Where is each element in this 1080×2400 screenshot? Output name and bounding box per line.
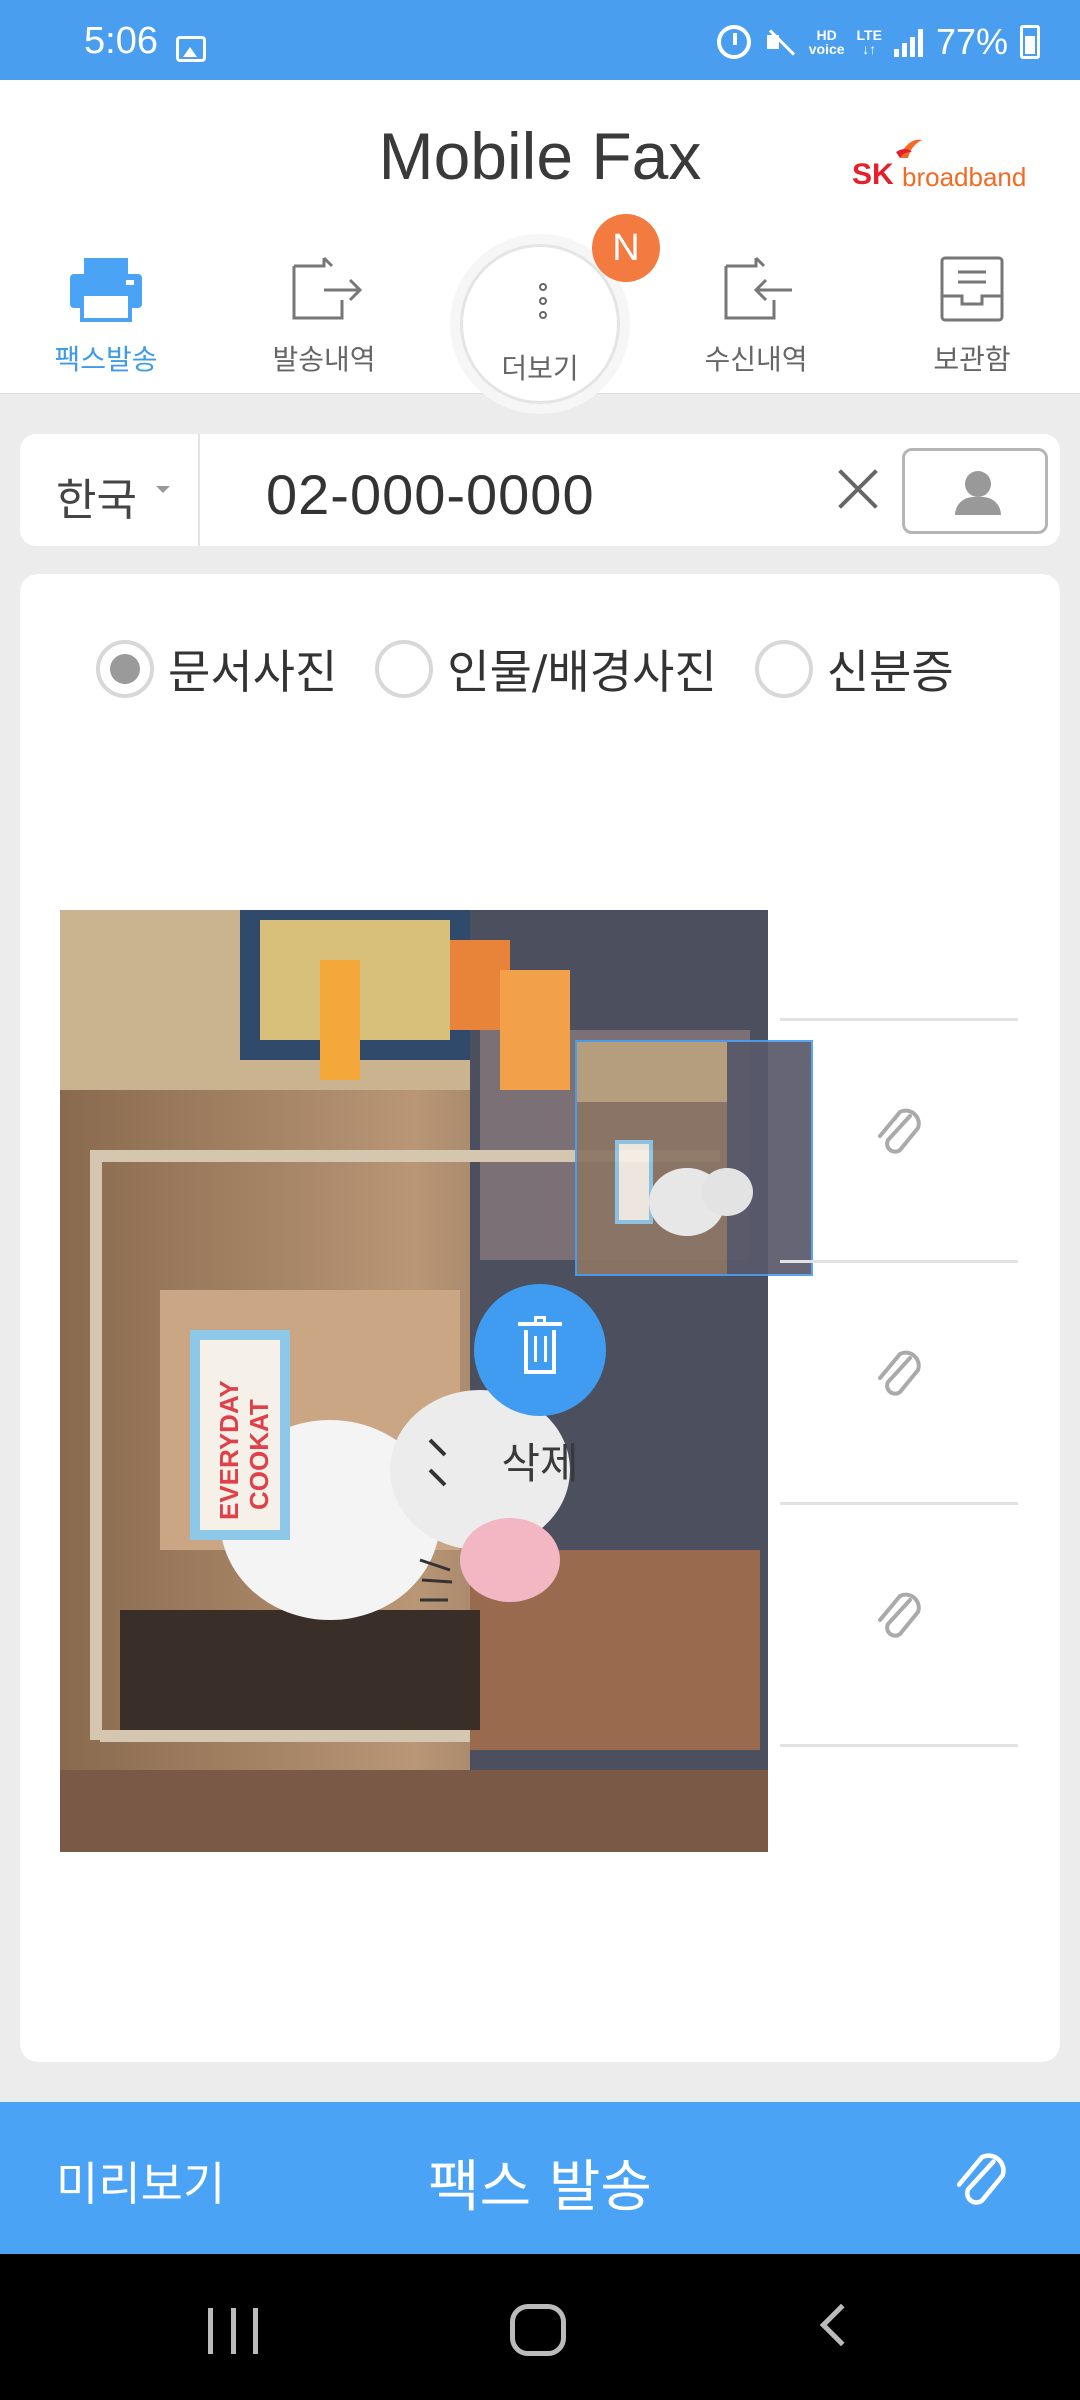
tab-label: 보관함 <box>933 343 1011 376</box>
status-icons: HD voice LTE ↓↑ 77% <box>716 20 1040 64</box>
send-fax-button[interactable]: 팩스 발송 <box>340 2142 740 2223</box>
sk-text: SK <box>852 158 894 191</box>
sk-broadband-logo: SK broadband <box>852 132 1032 192</box>
clear-icon[interactable] <box>832 464 882 514</box>
recents-button[interactable] <box>208 2308 258 2354</box>
paperclip-icon <box>878 1108 921 1154</box>
tab-send-history[interactable]: 발송내역 <box>234 210 414 394</box>
status-bar: 5:06 HD voice LTE ↓↑ 77% <box>0 0 1080 80</box>
radio-unchecked-icon <box>754 640 813 698</box>
send-history-icon <box>292 256 363 320</box>
paperclip-icon <box>878 1350 921 1396</box>
back-button[interactable] <box>819 2303 863 2347</box>
status-time: 5:06 <box>84 20 158 62</box>
paperclip-icon <box>956 2153 1006 2205</box>
attach-slot-3[interactable] <box>872 1346 928 1402</box>
lte-icon: LTE ↓↑ <box>856 27 882 57</box>
lte-text: LTE <box>856 27 882 43</box>
tab-label: 수신내역 <box>704 343 808 376</box>
gallery-notification-icon <box>176 36 206 62</box>
app-header: Mobile Fax SK broadband <box>0 80 1080 210</box>
tab-archive[interactable]: 보관함 <box>882 210 1062 394</box>
paperclip-icon <box>878 1592 921 1638</box>
attach-button[interactable] <box>950 2148 1014 2212</box>
broadband-text: broadband <box>902 162 1027 192</box>
fax-number-input[interactable]: 02-000-0000 <box>266 462 595 527</box>
home-button[interactable] <box>510 2304 566 2356</box>
alarm-icon <box>716 25 751 59</box>
radio-label: 인물/배경사진 <box>447 645 717 699</box>
delete-label: 삭제 <box>501 1439 579 1488</box>
signal-icon <box>893 27 924 57</box>
tab-fax-send[interactable]: 팩스발송 <box>16 210 196 394</box>
slot-divider <box>780 1744 1018 1747</box>
tab-label: 더보기 <box>501 352 579 385</box>
more-icon <box>539 283 547 323</box>
radio-unchecked-icon <box>375 640 434 698</box>
sign-line-1: EVERYDAY <box>214 1380 244 1520</box>
tab-label: 발송내역 <box>272 343 376 376</box>
radio-id-card[interactable]: 신분증 <box>754 636 954 702</box>
tab-more[interactable]: 더보기 <box>460 244 620 404</box>
voice-text: voice <box>808 41 845 57</box>
archive-icon <box>940 256 1004 322</box>
new-badge: N <box>592 214 660 282</box>
bottom-action-bar: 미리보기 팩스 발송 <box>0 2102 1080 2254</box>
thumbnail-image <box>577 1042 811 1274</box>
attach-slot-2[interactable] <box>872 1104 928 1160</box>
mute-icon <box>763 25 797 59</box>
contacts-button[interactable] <box>902 448 1048 534</box>
attachment-panel: 문서사진 인물/배경사진 신분증 EVERYDAY COOKAT 삭제 <box>20 574 1060 2062</box>
caret-down-icon <box>156 486 170 493</box>
delete-button[interactable] <box>474 1284 606 1416</box>
tab-receive-history[interactable]: 수신내역 <box>666 210 846 394</box>
slot-divider <box>780 1502 1018 1505</box>
radio-label: 문서사진 <box>168 645 338 699</box>
preview-button[interactable]: 미리보기 <box>56 2148 225 2214</box>
drag-thumbnail <box>575 1040 813 1276</box>
radio-label: 신분증 <box>826 645 954 699</box>
tab-label: 팩스발송 <box>54 343 158 376</box>
battery-icon <box>1020 25 1040 59</box>
slot-divider <box>780 1260 1018 1263</box>
photo-type-radio-group: 문서사진 인물/배경사진 신분증 <box>96 636 992 702</box>
attach-slot-4[interactable] <box>872 1588 928 1644</box>
country-select[interactable]: 한국 <box>20 434 200 546</box>
printer-icon <box>70 258 142 322</box>
sign-line-2: COOKAT <box>244 1399 274 1510</box>
system-nav-bar <box>0 2254 1080 2400</box>
radio-portrait-photo[interactable]: 인물/배경사진 <box>375 636 717 702</box>
receive-history-icon <box>724 256 792 320</box>
fax-number-row: 한국 02-000-0000 <box>20 434 1060 546</box>
slot-divider <box>780 1018 1018 1021</box>
person-icon <box>965 471 991 497</box>
radio-checked-icon <box>96 640 154 698</box>
radio-document-photo[interactable]: 문서사진 <box>96 636 337 702</box>
battery-percent: 77% <box>935 21 1008 62</box>
hd-voice-icon: HD voice <box>809 28 845 56</box>
country-label: 한국 <box>56 475 137 526</box>
trash-icon <box>518 1316 562 1374</box>
